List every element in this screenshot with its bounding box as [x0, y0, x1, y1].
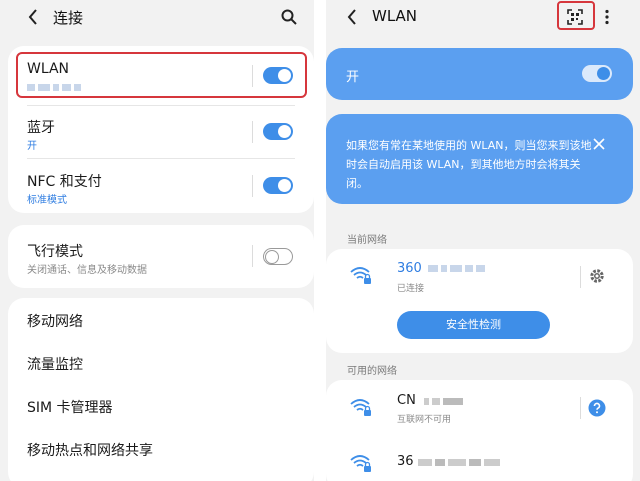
connections-header: 连接: [0, 0, 314, 36]
connections-screen: 连接 WLAN 蓝牙 开 NFC 和支付 标准模式 飞行模式 关闭通话、信息及移…: [0, 0, 314, 481]
bluetooth-status: 开: [27, 141, 37, 152]
wlan-master-label: 开: [346, 70, 360, 85]
close-icon[interactable]: [593, 138, 605, 150]
back-arrow-icon[interactable]: [347, 9, 357, 25]
wlan-master-card[interactable]: 开: [326, 48, 633, 100]
available-ssid-redacted: [424, 398, 463, 405]
current-network-card: 360 已连接 安全性检测: [326, 249, 633, 353]
wifi-lock-icon: [350, 455, 371, 472]
nfc-toggle[interactable]: [263, 177, 293, 194]
wlan-header: WLAN: [326, 0, 640, 36]
wifi-lock-icon: [350, 399, 371, 416]
hotspot-row[interactable]: 移动热点和网络共享: [8, 427, 314, 470]
wifi-lock-icon: [350, 267, 371, 284]
wlan-tip-card: 如果您有常在某地使用的 WLAN，则当您来到该地时会自动启用该 WLAN，到其他…: [326, 114, 633, 204]
airplane-label: 飞行模式: [27, 244, 83, 260]
airplane-card: 飞行模式 关闭通话、信息及移动数据: [8, 225, 314, 288]
nfc-status: 标准模式: [27, 195, 67, 206]
airplane-toggle[interactable]: [263, 248, 293, 265]
airplane-status: 关闭通话、信息及移动数据: [27, 265, 147, 276]
help-icon[interactable]: [588, 399, 606, 417]
search-icon[interactable]: [281, 9, 297, 25]
mobile-network-row[interactable]: 移动网络: [8, 298, 314, 341]
current-network-status: 已连接: [397, 284, 425, 294]
qr-highlight-box: [557, 1, 595, 30]
available-network-row[interactable]: CN 互联网不可用: [326, 380, 633, 435]
available-network-name: 36: [397, 454, 414, 469]
bluetooth-toggle[interactable]: [263, 123, 293, 140]
connections-card-more: 移动网络 流量监控 SIM 卡管理器 移动热点和网络共享: [8, 298, 314, 481]
available-ssid-redacted: [418, 459, 500, 466]
data-usage-label: 流量监控: [27, 357, 83, 373]
available-networks-section: 可用的网络: [347, 366, 397, 377]
gear-icon[interactable]: [589, 268, 605, 284]
back-arrow-icon[interactable]: [28, 9, 38, 25]
current-network-name: 360: [397, 261, 422, 276]
wlan-highlight-box: [16, 52, 307, 98]
page-title: WLAN: [372, 7, 418, 25]
available-network-row[interactable]: 36: [326, 440, 633, 481]
hotspot-label: 移动热点和网络共享: [27, 443, 153, 459]
wlan-screen: WLAN 开 如果您有常在某地使用的 WLAN，则当您来到该地时会自动启用该 W…: [326, 0, 640, 481]
page-title: 连接: [53, 9, 84, 27]
bluetooth-label: 蓝牙: [27, 120, 55, 136]
nfc-row[interactable]: NFC 和支付 标准模式: [8, 159, 314, 213]
security-check-button[interactable]: 安全性检测: [397, 311, 550, 339]
airplane-row[interactable]: 飞行模式 关闭通话、信息及移动数据: [8, 225, 314, 288]
data-usage-row[interactable]: 流量监控: [8, 341, 314, 384]
nfc-label: NFC 和支付: [27, 174, 102, 190]
available-network-name: CN: [397, 393, 416, 408]
sim-manager-label: SIM 卡管理器: [27, 400, 113, 416]
mobile-network-label: 移动网络: [27, 314, 83, 330]
wlan-tip-text: 如果您有常在某地使用的 WLAN，则当您来到该地时会自动启用该 WLAN，到其他…: [346, 139, 592, 190]
bluetooth-row[interactable]: 蓝牙 开: [8, 106, 314, 158]
current-ssid-redacted: [428, 265, 485, 272]
more-vert-icon[interactable]: [604, 9, 610, 25]
current-network-section: 当前网络: [347, 235, 387, 246]
available-network-status: 互联网不可用: [397, 415, 452, 425]
sim-manager-row[interactable]: SIM 卡管理器: [8, 384, 314, 427]
available-networks-card: CN 互联网不可用 36: [326, 380, 633, 481]
